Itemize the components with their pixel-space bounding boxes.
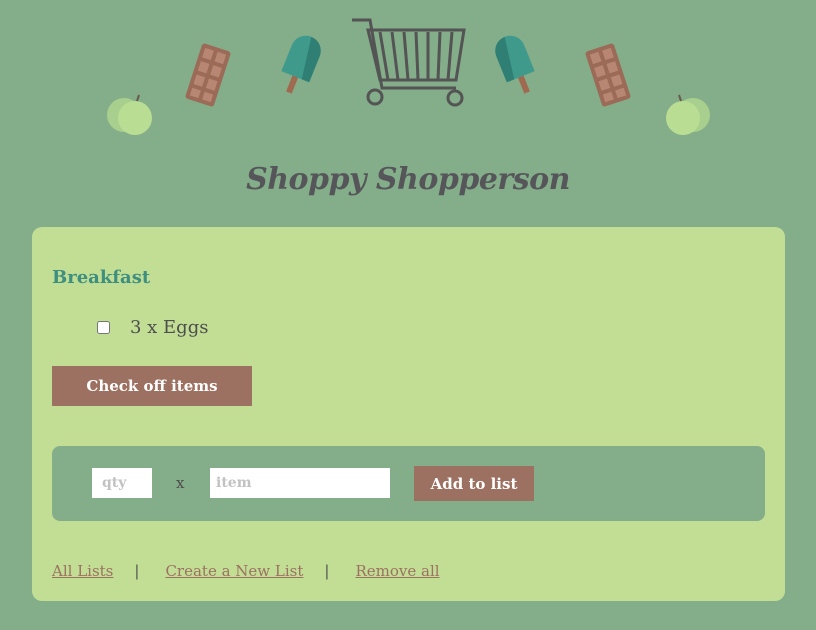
create-new-list-link[interactable]: Create a New List (165, 562, 303, 580)
shopping-cart-icon (352, 18, 466, 107)
all-lists-link[interactable]: All Lists (52, 562, 113, 580)
page-title: Shoppy Shopperson (246, 162, 570, 197)
qty-input[interactable] (92, 468, 152, 498)
list-item[interactable]: 3 x Eggs (97, 317, 208, 338)
popsicle-icon (281, 35, 321, 94)
chocolate-bar-icon (185, 43, 231, 107)
chocolate-bar-icon (585, 43, 631, 107)
add-item-panel: x Add to list (52, 446, 765, 521)
times-symbol: x (176, 474, 185, 492)
footer-links: All Lists | Create a New List | Remove a… (52, 562, 440, 580)
add-to-list-button[interactable]: Add to list (414, 466, 534, 501)
list-name: Breakfast (52, 267, 151, 288)
check-off-items-button[interactable]: Check off items (52, 366, 252, 406)
item-checkbox[interactable] (97, 321, 110, 334)
remove-all-link[interactable]: Remove all (355, 562, 439, 580)
item-text: 3 x Eggs (130, 317, 209, 338)
item-input[interactable] (210, 468, 390, 498)
header-decoration (107, 18, 710, 135)
shopping-list-card: Breakfast 3 x Eggs Check off items x Add… (32, 227, 785, 601)
separator: | (324, 562, 330, 580)
popsicle-icon (495, 35, 535, 94)
separator: | (134, 562, 140, 580)
apple-icon (666, 94, 710, 135)
apple-icon (107, 94, 152, 135)
